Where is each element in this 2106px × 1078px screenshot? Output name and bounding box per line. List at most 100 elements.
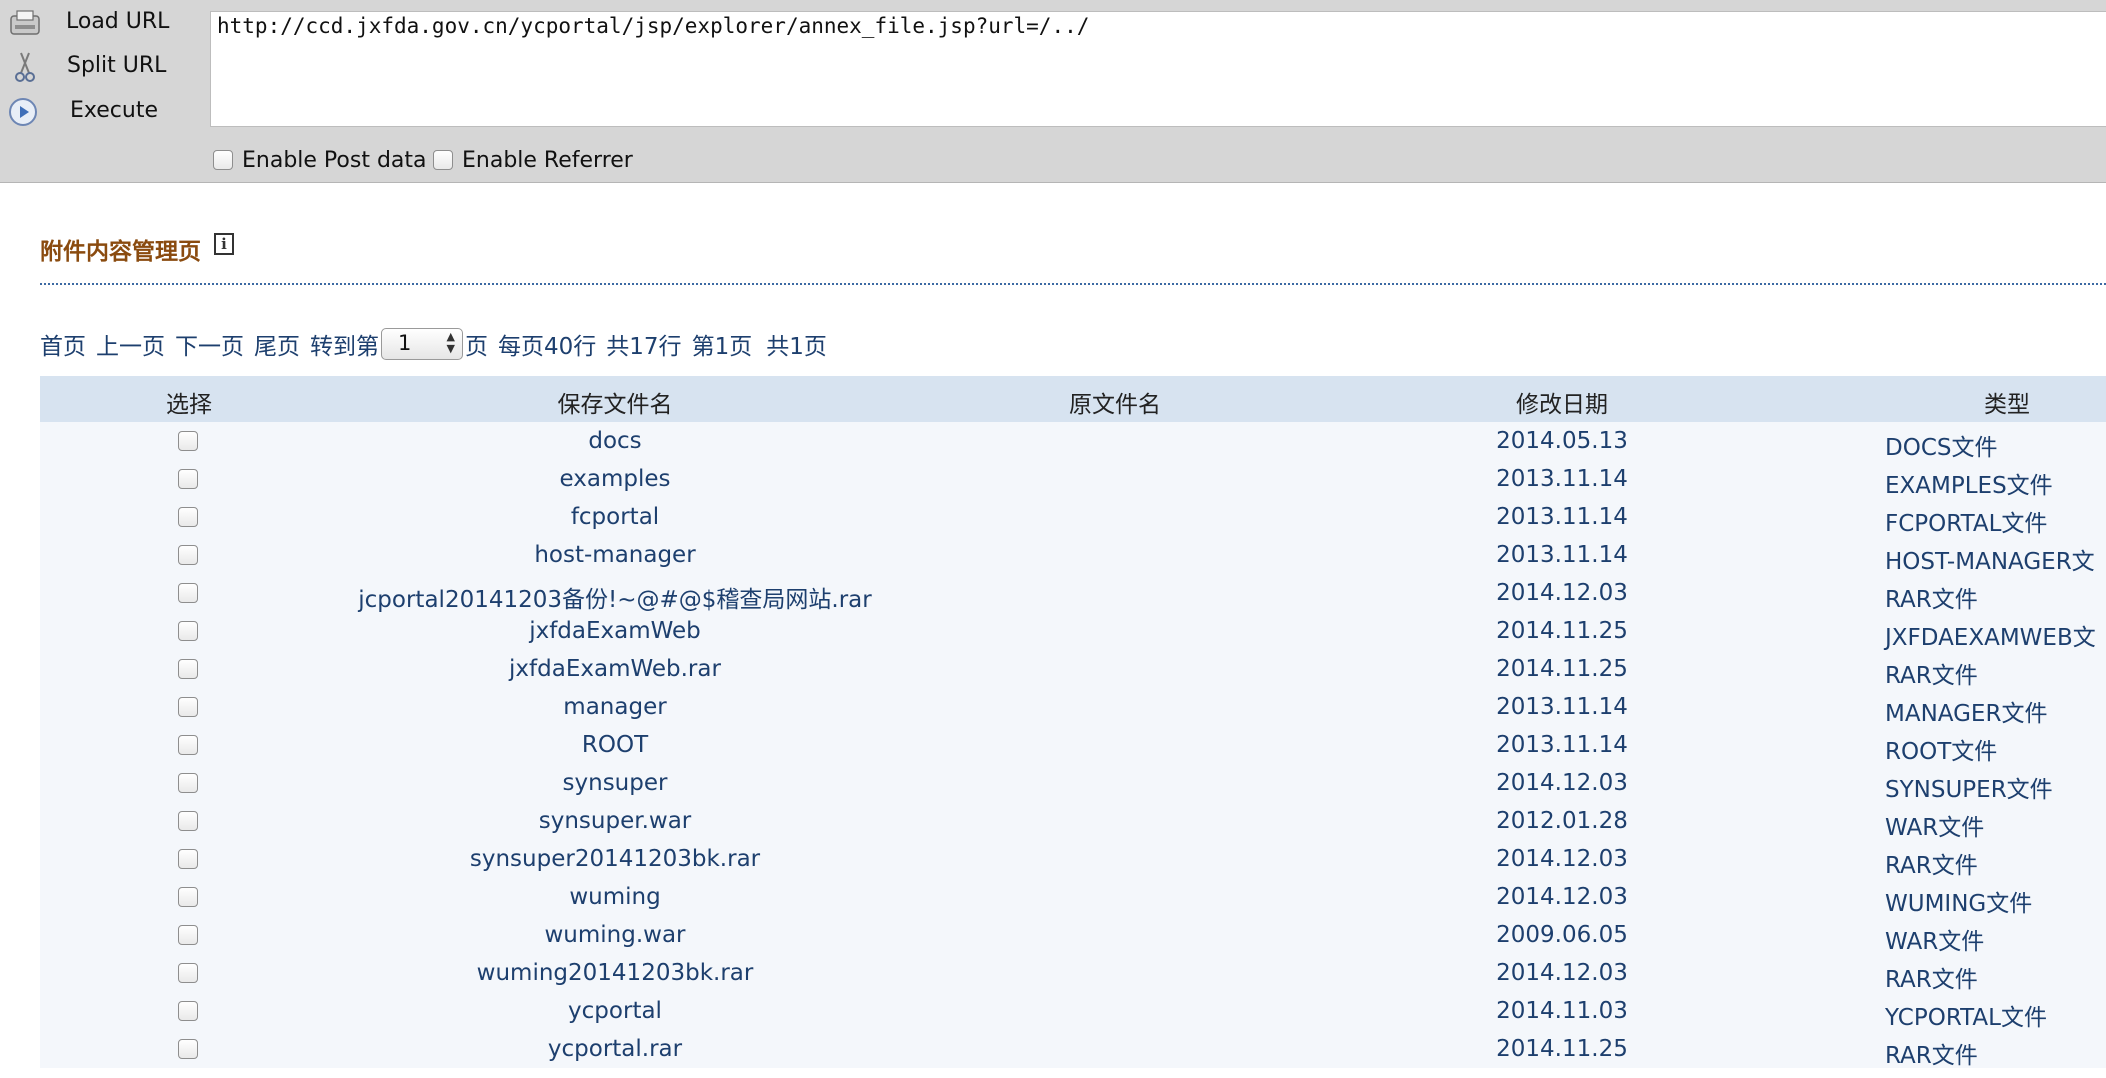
page-number-select[interactable]: 1 ▲ ▼ — [381, 328, 463, 360]
saved-file-name[interactable]: ycportal.rar — [548, 1036, 682, 1062]
row-select-checkbox[interactable] — [178, 545, 198, 565]
col-header-select: 选择 — [166, 392, 212, 418]
row-select-checkbox[interactable] — [178, 925, 198, 945]
hackbar-toolbar: Load URL Split URL Execute http://ccd.jx… — [0, 0, 2106, 183]
table-row: synsuper.war 2012.01.28 WAR文件 — [40, 802, 2106, 841]
table-body: docs 2014.05.13 DOCS文件 examples 2013.11.14 EX… — [40, 422, 2106, 1069]
saved-file-name[interactable]: fcportal — [571, 504, 659, 530]
table-row: synsuper20141203bk.rar 2014.12.03 RAR文件 — [40, 840, 2106, 879]
modified-date: 2014.12.03 — [1496, 884, 1628, 910]
row-select-checkbox[interactable] — [178, 887, 198, 907]
table-row: host-manager 2013.11.14 HOST-MANAGER文 — [40, 536, 2106, 575]
file-type: RAR文件 — [1885, 853, 1978, 879]
modified-date: 2014.11.03 — [1496, 998, 1628, 1024]
modified-date: 2014.11.25 — [1496, 656, 1628, 682]
file-type: MANAGER文件 — [1885, 701, 2048, 727]
saved-file-name[interactable]: ycportal — [568, 998, 662, 1024]
saved-file-name[interactable]: jxfdaExamWeb.rar — [509, 656, 721, 682]
saved-file-name[interactable]: wuming — [569, 884, 660, 910]
table-row: ycportal.rar 2014.11.25 RAR文件 — [40, 1030, 2106, 1069]
split-url-button[interactable]: Split URL — [0, 44, 205, 90]
enable-post-data-label: Enable Post data — [242, 147, 427, 173]
stepper-arrows-icon: ▲ ▼ — [446, 330, 455, 355]
split-url-label: Split URL — [67, 53, 167, 78]
row-select-checkbox[interactable] — [178, 735, 198, 755]
saved-file-name[interactable]: host-manager — [534, 542, 695, 568]
modified-date: 2014.05.13 — [1496, 428, 1628, 454]
enable-post-data-option[interactable]: Enable Post data — [213, 145, 427, 175]
enable-referrer-option[interactable]: Enable Referrer — [433, 145, 633, 175]
row-select-checkbox[interactable] — [178, 963, 198, 983]
modified-date: 2014.12.03 — [1496, 960, 1628, 986]
row-select-checkbox[interactable] — [178, 583, 198, 603]
saved-file-name[interactable]: manager — [563, 694, 666, 720]
scissors-icon — [15, 52, 35, 82]
saved-file-name[interactable]: synsuper — [563, 770, 668, 796]
file-type: YCPORTAL文件 — [1885, 1005, 2047, 1031]
table-row: docs 2014.05.13 DOCS文件 — [40, 422, 2106, 461]
modified-date: 2014.11.25 — [1496, 1036, 1628, 1062]
modified-date: 2014.12.03 — [1496, 846, 1628, 872]
row-select-checkbox[interactable] — [178, 431, 198, 451]
current-page: 第1页 — [691, 334, 753, 360]
saved-file-name[interactable]: wuming20141203bk.rar — [477, 960, 754, 986]
row-select-checkbox[interactable] — [178, 811, 198, 831]
table-row: manager 2013.11.14 MANAGER文件 — [40, 688, 2106, 727]
execute-label: Execute — [70, 98, 158, 123]
modified-date: 2012.01.28 — [1496, 808, 1628, 834]
file-type: WUMING文件 — [1885, 891, 2033, 917]
row-select-checkbox[interactable] — [178, 507, 198, 527]
col-header-original-name: 原文件名 — [1069, 392, 1161, 418]
play-icon — [9, 98, 37, 126]
execute-button[interactable]: Execute — [0, 89, 205, 135]
modified-date: 2014.12.03 — [1496, 770, 1628, 796]
file-type: DOCS文件 — [1885, 435, 1998, 461]
saved-file-name[interactable]: synsuper.war — [539, 808, 692, 834]
load-url-label: Load URL — [66, 9, 170, 34]
enable-post-data-checkbox[interactable] — [213, 150, 233, 170]
row-select-checkbox[interactable] — [178, 1001, 198, 1021]
dotted-divider — [40, 283, 2106, 285]
file-type: RAR文件 — [1885, 663, 1978, 689]
file-type: SYNSUPER文件 — [1885, 777, 2053, 803]
last-page-link[interactable]: 尾页 — [254, 327, 300, 361]
row-select-checkbox[interactable] — [178, 849, 198, 869]
row-select-checkbox[interactable] — [178, 773, 198, 793]
row-select-checkbox[interactable] — [178, 621, 198, 641]
modified-date: 2013.11.14 — [1496, 542, 1628, 568]
saved-file-name[interactable]: synsuper20141203bk.rar — [470, 846, 760, 872]
file-type: RAR文件 — [1885, 967, 1978, 993]
modified-date: 2009.06.05 — [1496, 922, 1628, 948]
saved-file-name[interactable]: ROOT — [582, 732, 648, 758]
next-page-link[interactable]: 下一页 — [175, 327, 244, 361]
modified-date: 2013.11.14 — [1496, 732, 1628, 758]
url-input[interactable]: http://ccd.jxfda.gov.cn/ycportal/jsp/exp… — [210, 11, 2106, 127]
file-type: WAR文件 — [1885, 929, 1985, 955]
saved-file-name[interactable]: examples — [560, 466, 671, 492]
row-select-checkbox[interactable] — [178, 469, 198, 489]
row-select-checkbox[interactable] — [178, 659, 198, 679]
enable-referrer-checkbox[interactable] — [433, 150, 453, 170]
file-type: HOST-MANAGER文 — [1885, 549, 2095, 575]
saved-file-name[interactable]: jcportal20141203备份!~@#@$稽查局网站.rar — [358, 580, 871, 614]
first-page-link[interactable]: 首页 — [40, 327, 86, 361]
row-select-checkbox[interactable] — [178, 697, 198, 717]
goto-prefix: 转到第 — [310, 334, 379, 360]
table-row: jxfdaExamWeb.rar 2014.11.25 RAR文件 — [40, 650, 2106, 689]
load-url-icon — [10, 10, 40, 35]
table-row: jcportal20141203备份!~@#@$稽查局网站.rar 2014.12… — [40, 574, 2106, 614]
page-title: 附件内容管理页 — [40, 239, 201, 265]
pagination-bar: 首页 上一页 下一页 尾页 转到第 1 ▲ ▼ 页 每页40行 共17行 第1页 … — [40, 326, 827, 362]
table-row: fcportal 2013.11.14 FCPORTAL文件 — [40, 498, 2106, 537]
saved-file-name[interactable]: wuming.war — [544, 922, 685, 948]
file-type: JXFDAEXAMWEB文 — [1885, 625, 2096, 651]
row-select-checkbox[interactable] — [178, 1039, 198, 1059]
modified-date: 2013.11.14 — [1496, 694, 1628, 720]
info-icon: i — [214, 233, 234, 255]
load-url-button[interactable]: Load URL — [0, 0, 205, 46]
prev-page-link[interactable]: 上一页 — [96, 327, 165, 361]
modified-date: 2013.11.14 — [1496, 504, 1628, 530]
modified-date: 2014.12.03 — [1496, 580, 1628, 606]
saved-file-name[interactable]: docs — [588, 428, 641, 454]
saved-file-name[interactable]: jxfdaExamWeb — [529, 618, 701, 644]
